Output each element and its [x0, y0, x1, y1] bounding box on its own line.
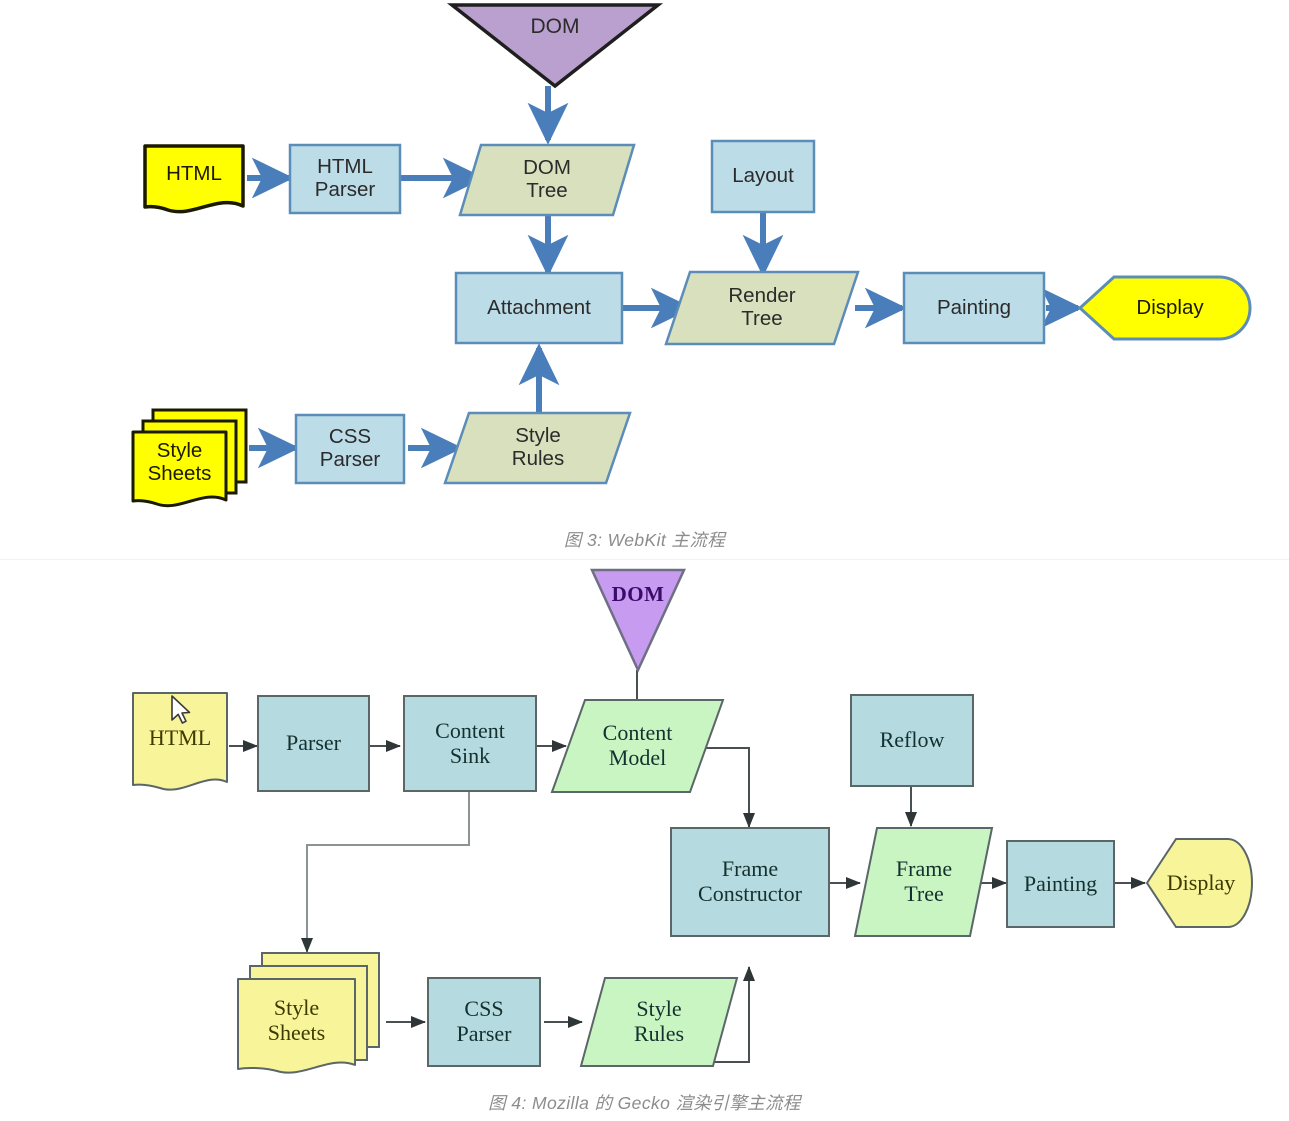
- node-display[interactable]: [1145, 838, 1253, 928]
- diagram-page: DOM HTML HTML Parser DOM Tree Layout Att…: [0, 0, 1289, 1121]
- edge-contentmodel-to-frameconstructor: [705, 747, 755, 828]
- node-css-parser[interactable]: [294, 413, 406, 485]
- figure-webkit-main-flow: DOM HTML HTML Parser DOM Tree Layout Att…: [0, 0, 1289, 560]
- node-layout[interactable]: [710, 139, 816, 214]
- node-content-sink[interactable]: [403, 695, 537, 792]
- figure-gecko-main-flow: DOM HTML Parser Content Sink Content Mod…: [0, 560, 1289, 1121]
- edge-contentsink-to-stylesheets: [301, 791, 470, 953]
- figure3-edges: [247, 86, 1083, 469]
- node-reflow[interactable]: [850, 694, 974, 787]
- node-parser[interactable]: [257, 695, 370, 792]
- node-style-sheets[interactable]: [237, 978, 356, 1074]
- node-html-document[interactable]: [143, 144, 245, 214]
- node-html-parser[interactable]: [288, 143, 402, 215]
- node-painting[interactable]: [902, 271, 1046, 345]
- node-frame-constructor[interactable]: [670, 827, 830, 937]
- node-style-sheets[interactable]: [131, 430, 228, 508]
- node-content-model[interactable]: [550, 699, 725, 793]
- figure4-canvas: [132, 568, 1253, 1074]
- node-painting[interactable]: [1006, 840, 1115, 928]
- node-display[interactable]: [1077, 275, 1252, 341]
- figure3-canvas: [131, 3, 1252, 508]
- figure4-caption: 图 4: Mozilla 的 Gecko 渲染引擎主流程: [488, 1093, 801, 1113]
- node-dom-tree[interactable]: [458, 143, 636, 217]
- figure3-caption: 图 3: WebKit 主流程: [563, 530, 726, 550]
- node-dom-source[interactable]: [590, 568, 686, 673]
- node-attachment[interactable]: [454, 271, 624, 345]
- node-style-rules[interactable]: [443, 411, 632, 485]
- node-frame-tree[interactable]: [853, 827, 994, 937]
- node-css-parser[interactable]: [427, 977, 541, 1067]
- node-dom-source[interactable]: [446, 3, 664, 89]
- node-render-tree[interactable]: [664, 270, 860, 346]
- node-style-rules[interactable]: [579, 977, 739, 1067]
